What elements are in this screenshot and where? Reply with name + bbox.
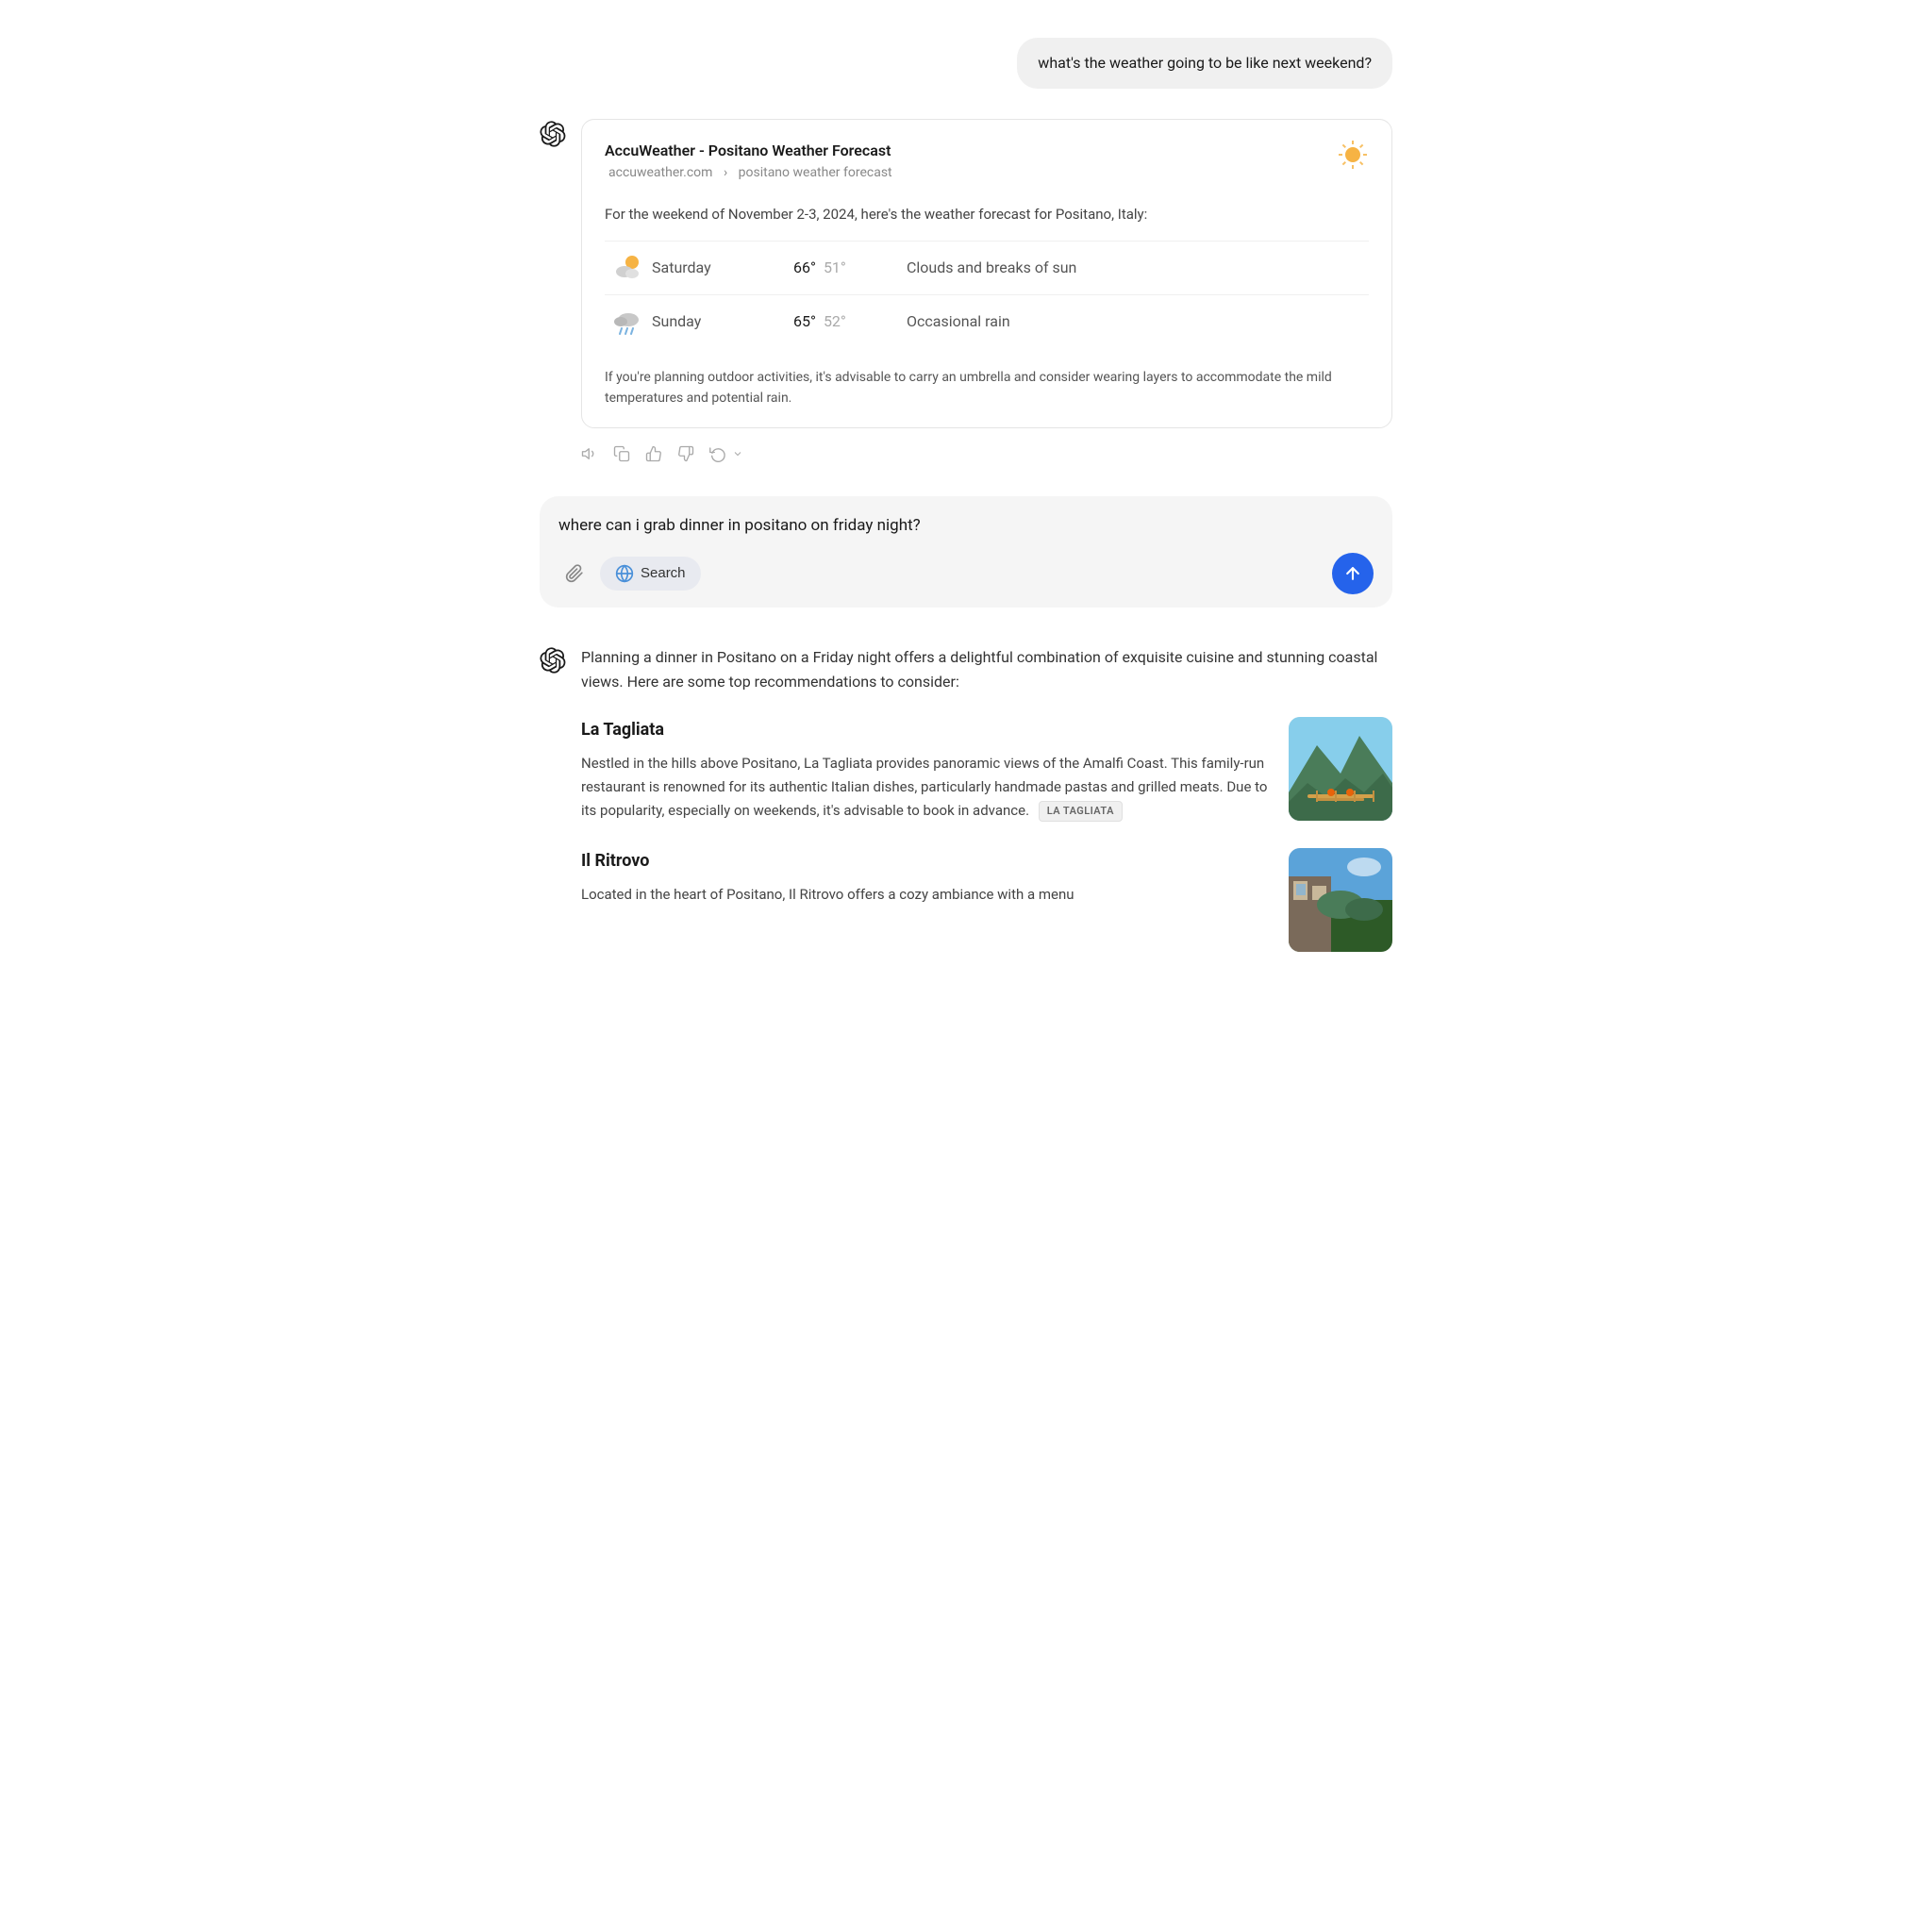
assistant-avatar-icon-2 — [540, 647, 566, 674]
restaurant-image-la-tagliata — [1289, 717, 1392, 821]
user-message-1: what's the weather going to be like next… — [540, 38, 1392, 89]
weather-row-saturday: Saturday 66° 51° Clouds and breaks of su… — [605, 241, 1369, 294]
globe-icon — [615, 564, 634, 583]
restaurant-name-la-tagliata: La Tagliata — [581, 717, 1270, 744]
weather-advisory-text: If you're planning outdoor activities, i… — [605, 363, 1369, 409]
saturday-low: 51° — [824, 258, 846, 276]
copy-button[interactable] — [613, 445, 630, 462]
restaurant-tag-la-tagliata: LA TAGLIATA — [1039, 801, 1123, 822]
thumbs-up-button[interactable] — [645, 445, 662, 462]
weather-card-title-block: AccuWeather - Positano Weather Forecast … — [605, 139, 896, 197]
saturday-label: Saturday — [652, 256, 793, 280]
message-input[interactable]: where can i grab dinner in positano on f… — [558, 513, 1374, 539]
action-bar — [581, 445, 1392, 462]
saturday-high: 66° — [793, 258, 816, 276]
input-left-controls: Search — [558, 557, 701, 591]
sunday-low: 52° — [824, 312, 846, 330]
restaurant-name-il-ritrovo: Il Ritrovo — [581, 848, 1270, 875]
restaurant-info-la-tagliata: La Tagliata Nestled in the hills above P… — [581, 717, 1270, 822]
weather-card-title: AccuWeather - Positano Weather Forecast — [605, 139, 896, 163]
search-button-label: Search — [641, 565, 686, 581]
sunday-label: Sunday — [652, 309, 793, 334]
thumbs-down-button[interactable] — [677, 445, 694, 462]
sunday-temps: 65° 52° — [793, 309, 907, 334]
restaurant-desc-la-tagliata: Nestled in the hills above Positano, La … — [581, 752, 1270, 822]
restaurant-card-il-ritrovo: Il Ritrovo Located in the heart of Posit… — [581, 848, 1392, 952]
weather-card-breadcrumb[interactable]: accuweather.com › positano weather forec… — [605, 162, 896, 183]
send-button[interactable] — [1332, 553, 1374, 594]
attach-button[interactable] — [558, 558, 591, 590]
weather-row-sunday: Sunday 65° 52° Occasional rain — [605, 294, 1369, 348]
breadcrumb-link2[interactable]: positano weather forecast — [739, 165, 892, 180]
speak-button[interactable] — [581, 445, 598, 462]
weather-card: AccuWeather - Positano Weather Forecast … — [581, 119, 1392, 429]
assistant-weather-message: AccuWeather - Positano Weather Forecast … — [540, 119, 1392, 463]
search-button[interactable]: Search — [600, 557, 701, 591]
weather-intro-text: For the weekend of November 2-3, 2024, h… — [605, 203, 1369, 225]
assistant-avatar-icon — [540, 121, 566, 147]
breadcrumb-link1[interactable]: accuweather.com — [608, 165, 712, 180]
dinner-intro-text: Planning a dinner in Positano on a Frida… — [581, 645, 1392, 695]
saturday-temps: 66° 51° — [793, 256, 907, 280]
sun-icon — [1337, 139, 1369, 171]
breadcrumb-sep: › — [724, 165, 727, 180]
input-box: where can i grab dinner in positano on f… — [540, 496, 1392, 607]
regenerate-button[interactable] — [709, 445, 743, 462]
user-bubble-text-1: what's the weather going to be like next… — [1017, 38, 1392, 89]
assistant-dinner-message: Planning a dinner in Positano on a Frida… — [540, 645, 1392, 979]
sunday-high: 65° — [793, 312, 816, 330]
sunday-desc: Occasional rain — [907, 309, 1369, 334]
restaurant-image-il-ritrovo — [1289, 848, 1392, 952]
input-toolbar: Search — [558, 553, 1374, 594]
saturday-weather-icon — [605, 253, 652, 283]
dinner-content: Planning a dinner in Positano on a Frida… — [581, 645, 1392, 979]
weather-card-header: AccuWeather - Positano Weather Forecast … — [605, 139, 1369, 197]
restaurant-card-la-tagliata: La Tagliata Nestled in the hills above P… — [581, 717, 1392, 822]
saturday-desc: Clouds and breaks of sun — [907, 256, 1369, 280]
weather-content: AccuWeather - Positano Weather Forecast … — [581, 119, 1392, 463]
restaurant-info-il-ritrovo: Il Ritrovo Located in the heart of Posit… — [581, 848, 1270, 907]
restaurant-desc-il-ritrovo: Located in the heart of Positano, Il Rit… — [581, 883, 1270, 907]
sunday-weather-icon — [605, 307, 652, 337]
